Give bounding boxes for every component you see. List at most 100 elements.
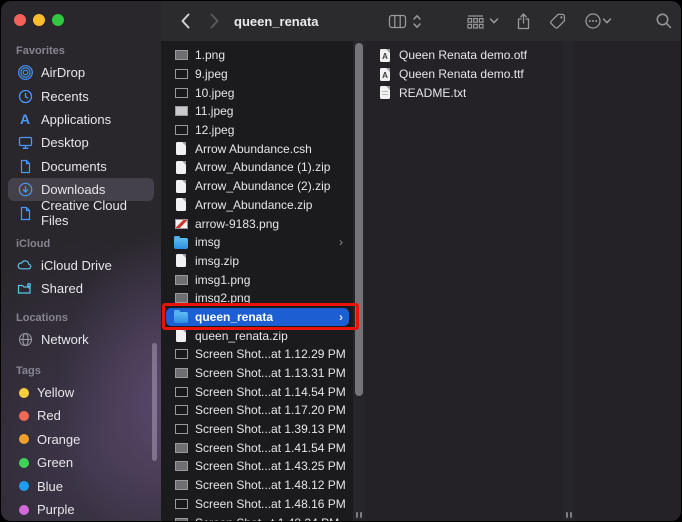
downloads-icon — [17, 182, 33, 198]
sidebar-item-label: Network — [41, 332, 89, 347]
scrollbar-thumb[interactable] — [355, 43, 363, 396]
minimize-button[interactable] — [33, 14, 45, 26]
sidebar-item-label: Red — [37, 408, 61, 423]
sidebar-item-label: Orange — [37, 432, 80, 447]
sidebar-item-applications[interactable]: A Applications — [8, 108, 154, 131]
file-row[interactable]: 1.png — [161, 46, 353, 65]
file-name: 10.jpeg — [195, 86, 234, 100]
file-row[interactable]: imsg.zip — [161, 252, 353, 271]
tag-dot-purple — [19, 505, 29, 515]
file-row[interactable]: Screen Shot...at 1.39.13 PM — [161, 420, 353, 439]
clock-icon — [17, 88, 33, 104]
file-row[interactable]: Screen Shot...at 1.14.54 PM — [161, 382, 353, 401]
group-chevron-down-icon[interactable] — [488, 1, 500, 41]
sidebar-item-tag-yellow[interactable]: Yellow — [8, 381, 154, 404]
file-row[interactable]: Screen Shot...at 1.41.54 PM — [161, 438, 353, 457]
column-queen-renata: Queen Renata demo.otf Queen Renata demo.… — [365, 41, 563, 521]
file-name: 12.jpeg — [195, 123, 234, 137]
file-row[interactable]: Screen Shot...at 1.12.29 PM — [161, 345, 353, 364]
sidebar-section-icloud: iCloud — [1, 234, 161, 254]
close-button[interactable] — [14, 14, 26, 26]
sidebar-item-network[interactable]: Network — [8, 328, 154, 351]
file-name: README.txt — [399, 86, 466, 100]
image-thumbnail-icon — [174, 219, 188, 229]
file-row[interactable]: Screen Shot...at 1.48.12 PM — [161, 476, 353, 495]
file-name: imsg.zip — [195, 254, 239, 268]
back-button[interactable] — [176, 1, 194, 41]
more-ellipsis-icon[interactable] — [583, 1, 603, 41]
file-name: Screen Shot...at 1.17.20 PM — [195, 403, 346, 417]
file-row[interactable]: Screen Shot...at 1.17.20 PM — [161, 401, 353, 420]
file-row[interactable]: imsg1.png — [161, 270, 353, 289]
column-resize-handle[interactable] — [355, 512, 363, 518]
sidebar-item-documents[interactable]: Documents — [8, 155, 154, 178]
view-up-down-chevron-icon[interactable] — [410, 1, 424, 41]
zoom-button[interactable] — [52, 14, 64, 26]
sidebar-item-tag-orange[interactable]: Orange — [8, 428, 154, 451]
tag-icon[interactable] — [548, 1, 568, 41]
image-thumbnail-icon — [174, 88, 188, 98]
group-by-icon[interactable] — [464, 1, 486, 41]
file-row[interactable]: 9.jpeg — [161, 65, 353, 84]
image-thumbnail-icon — [174, 69, 188, 79]
file-row[interactable]: Queen Renata demo.ttf — [365, 65, 563, 84]
sidebar-item-tag-blue[interactable]: Blue — [8, 474, 154, 497]
file-row[interactable]: Queen Renata demo.otf — [365, 46, 563, 65]
sidebar-item-label: Purple — [37, 502, 75, 517]
sidebar-item-tag-red[interactable]: Red — [8, 404, 154, 427]
columns-view-icon[interactable] — [385, 1, 409, 41]
column-resize-handle[interactable] — [565, 512, 573, 518]
column-browser: 1.png 9.jpeg 10.jpeg 11.jpeg 12.jpeg Arr… — [161, 41, 681, 521]
file-name: Screen Shot...at 1.43.25 PM — [195, 459, 346, 473]
file-row[interactable]: Screen Shot...at 1.13.31 PM — [161, 364, 353, 383]
share-icon[interactable] — [513, 1, 533, 41]
file-row[interactable]: Screen Shot...at 1.43.25 PM — [161, 457, 353, 476]
file-row[interactable]: Screen Shot...t 1.48.24 PM — [161, 513, 353, 521]
main-area: queen_renata — [161, 1, 681, 521]
document-icon — [174, 142, 188, 155]
file-name: 9.jpeg — [195, 67, 228, 81]
file-row[interactable]: Arrow_Abundance.zip — [161, 196, 353, 215]
file-row[interactable]: Arrow Abundance.csh — [161, 139, 353, 158]
file-row[interactable]: imsg› — [161, 233, 353, 252]
text-file-icon — [378, 86, 392, 99]
sidebar-item-tag-green[interactable]: Green — [8, 451, 154, 474]
tag-dot-red — [19, 411, 29, 421]
sidebar-scrollbar[interactable] — [152, 343, 157, 461]
search-icon[interactable] — [654, 1, 674, 41]
column-divider[interactable] — [353, 41, 365, 521]
more-chevron-down-icon[interactable] — [601, 1, 613, 41]
sidebar-item-airdrop[interactable]: AirDrop — [8, 61, 154, 84]
file-row[interactable]: Arrow_Abundance (2).zip — [161, 177, 353, 196]
sidebar-section-locations: Locations — [1, 308, 161, 328]
file-row[interactable]: Screen Shot...at 1.48.16 PM — [161, 495, 353, 514]
sidebar-item-shared[interactable]: Shared — [8, 277, 154, 300]
file-row[interactable]: arrow-9183.png — [161, 214, 353, 233]
file-name: arrow-9183.png — [195, 217, 279, 231]
toolbar: queen_renata — [161, 1, 681, 42]
sidebar-item-desktop[interactable]: Desktop — [8, 131, 154, 154]
sidebar-item-label: Desktop — [41, 135, 89, 150]
file-row[interactable]: imsg2.png — [161, 289, 353, 308]
sidebar-item-icloud-drive[interactable]: iCloud Drive — [8, 254, 154, 277]
document-icon — [174, 180, 188, 193]
file-row[interactable]: 11.jpeg — [161, 102, 353, 121]
document-icon — [17, 205, 33, 221]
file-row[interactable]: 10.jpeg — [161, 83, 353, 102]
chevron-right-icon: › — [339, 236, 353, 248]
forward-button[interactable] — [205, 1, 223, 41]
file-row[interactable]: Arrow_Abundance (1).zip — [161, 158, 353, 177]
image-thumbnail-icon — [174, 50, 188, 60]
image-thumbnail-icon — [174, 461, 188, 471]
file-row[interactable]: README.txt — [365, 83, 563, 102]
sidebar-item-creative-cloud-files[interactable]: Creative Cloud Files — [8, 201, 154, 224]
sidebar: Favorites AirDrop Recents A Applications — [1, 1, 161, 521]
sidebar-item-label: iCloud Drive — [41, 258, 112, 273]
column-divider[interactable] — [563, 41, 575, 521]
tag-dot-yellow — [19, 388, 29, 398]
file-row[interactable]: queen_renata.zip — [161, 326, 353, 345]
file-row-selected[interactable]: queen_renata› — [166, 308, 349, 327]
sidebar-item-recents[interactable]: Recents — [8, 84, 154, 107]
sidebar-item-tag-purple[interactable]: Purple — [8, 498, 154, 521]
file-row[interactable]: 12.jpeg — [161, 121, 353, 140]
